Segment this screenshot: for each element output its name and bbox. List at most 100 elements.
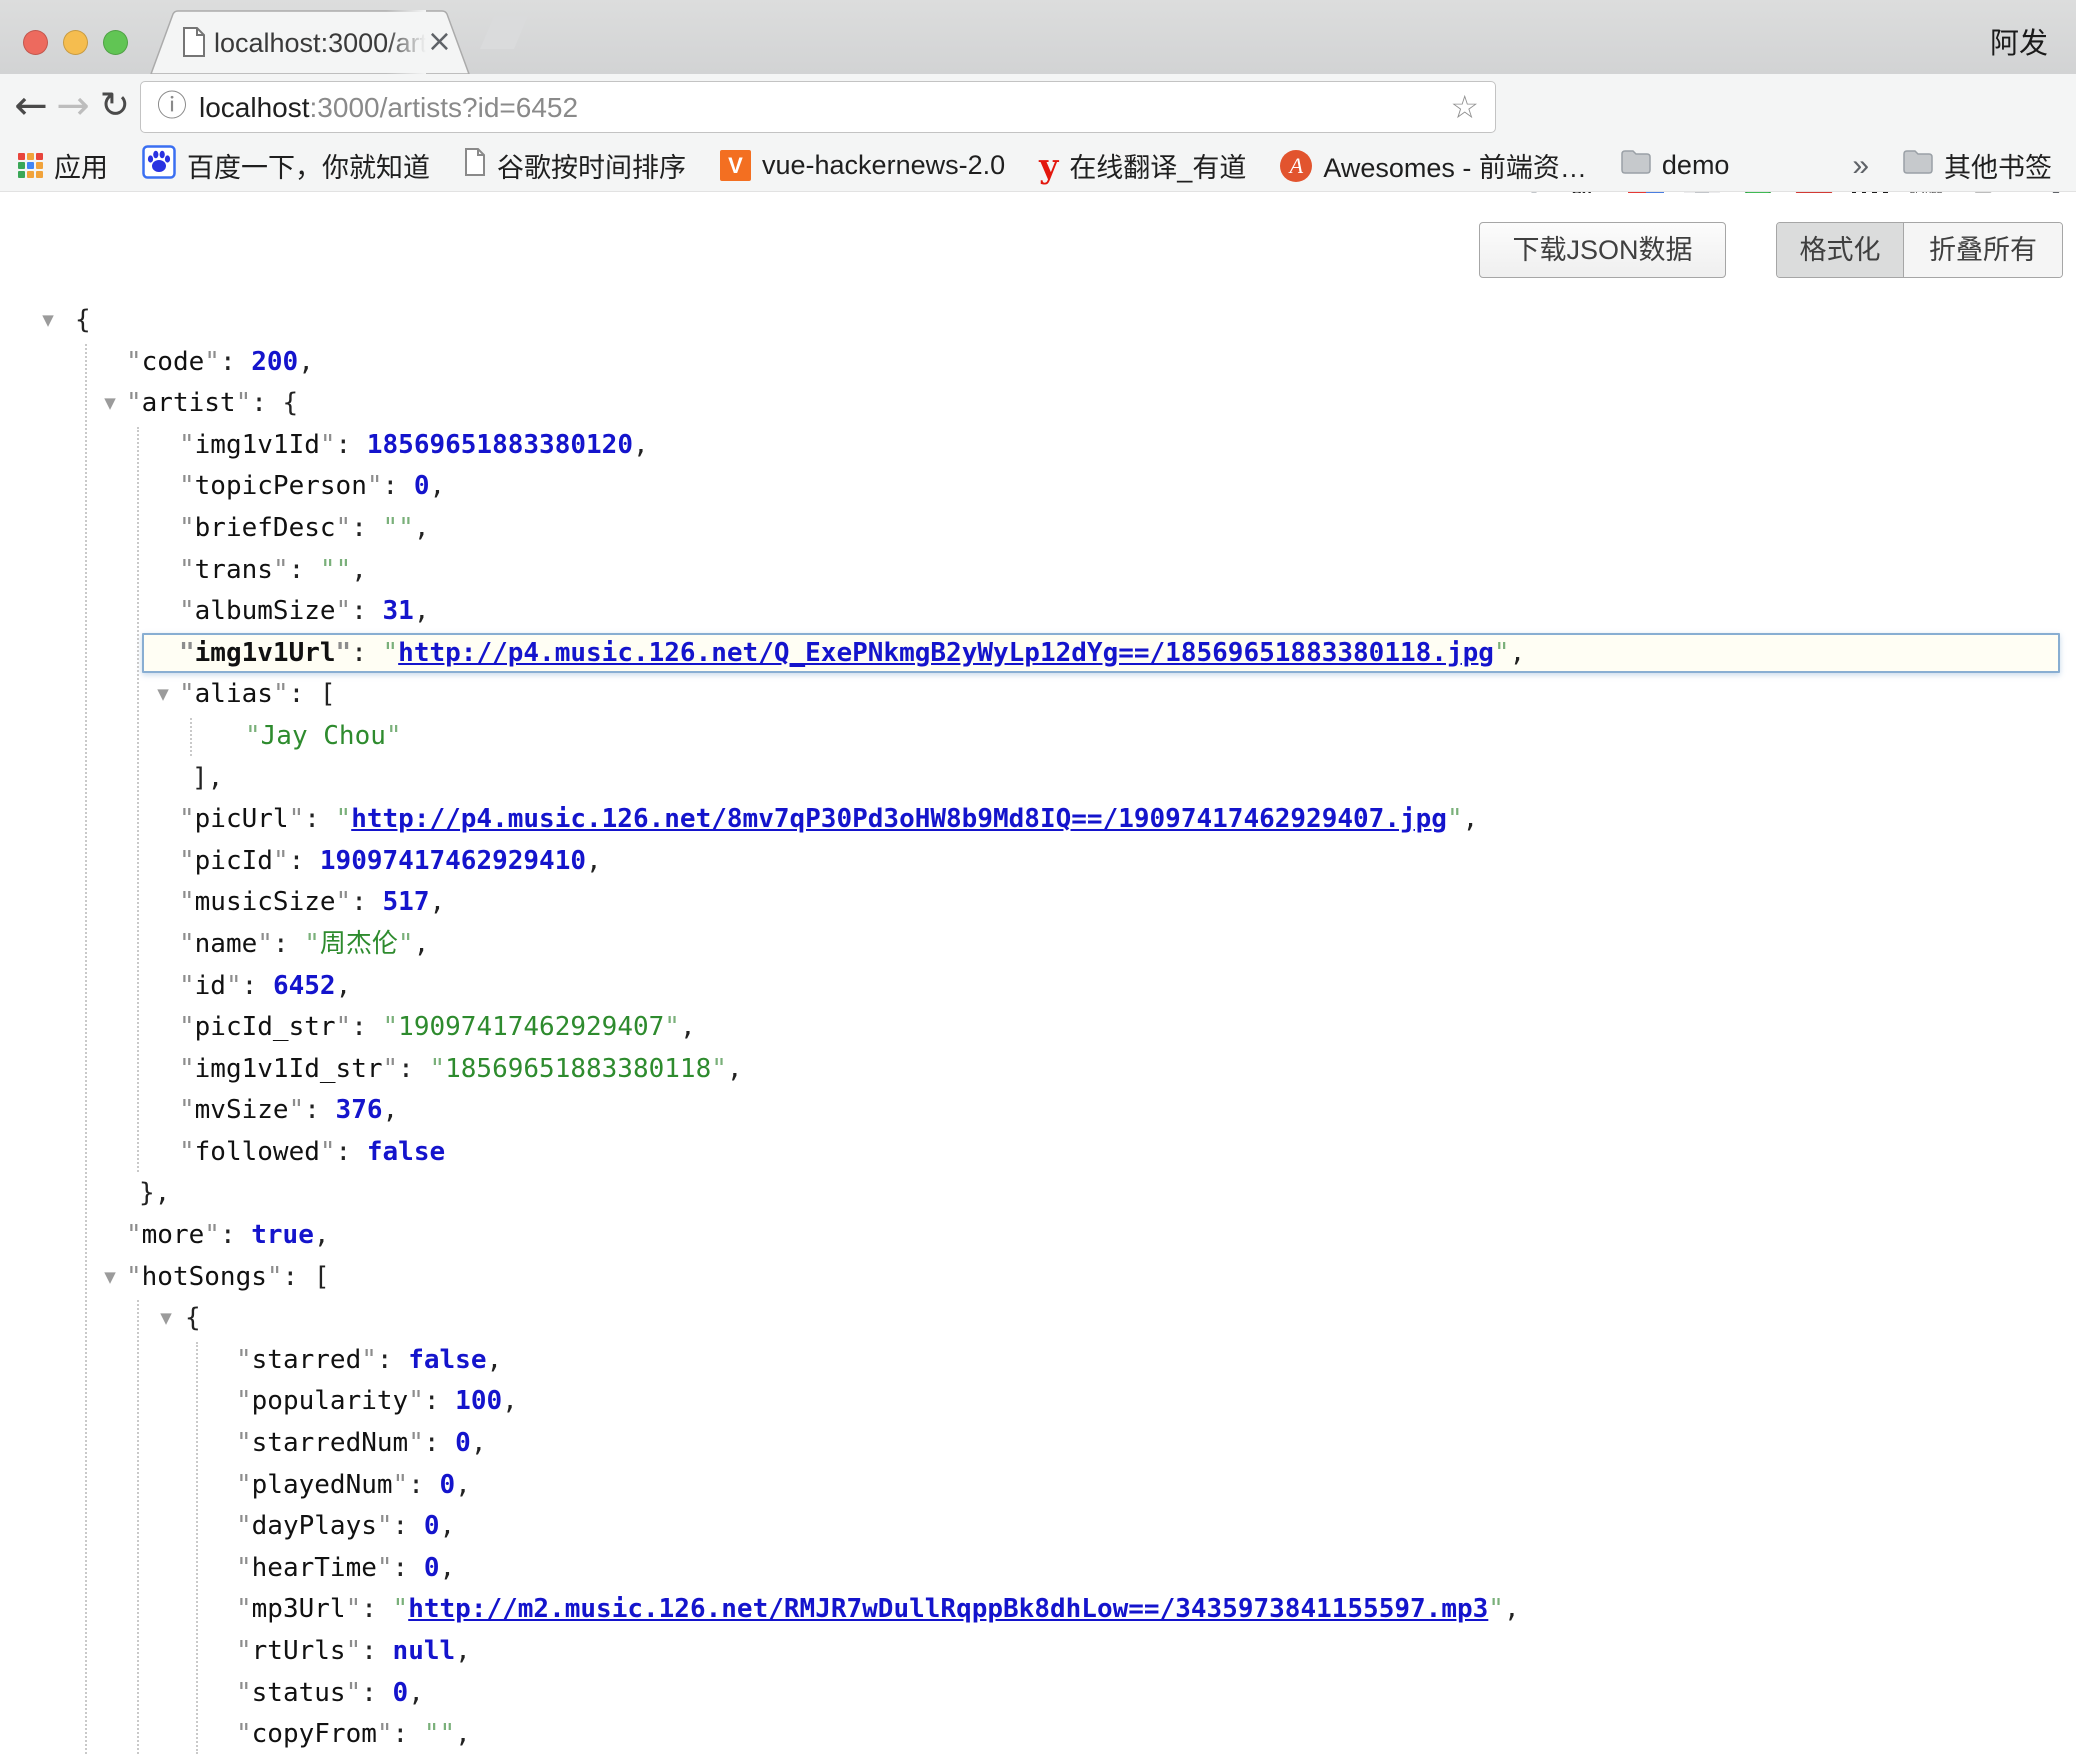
zoom-window-button[interactable]	[103, 30, 128, 55]
collapse-toggle-icon[interactable]: ▼	[152, 674, 174, 716]
json-punctuation: :	[383, 471, 414, 501]
other-bookmarks-folder[interactable]: 其他书签	[1903, 146, 2052, 185]
json-line: picId: 19097417462929410,	[0, 841, 2076, 883]
collapse-toggle-icon[interactable]: ▼	[99, 383, 121, 425]
json-line: ▼artist: {	[0, 383, 2076, 425]
json-punctuation: :	[220, 347, 251, 377]
json-value-string	[383, 513, 414, 543]
bookmarks-bar: 应用 百度一下，你就知道 谷歌按时间排序 V vue-hackernews-2.…	[0, 140, 2076, 192]
json-line: mp3Url: http://m2.music.126.net/RMJR7wDu…	[0, 1589, 2076, 1631]
json-punctuation: ,	[727, 1054, 743, 1084]
json-punctuation: ,	[455, 1470, 471, 1500]
bookmark-star-icon[interactable]: ☆	[1450, 88, 1479, 126]
json-punctuation: :	[336, 1137, 367, 1167]
json-url-link[interactable]: http://p4.music.126.net/8mv7qP30Pd3oHW8b…	[351, 804, 1447, 834]
collapse-toggle-icon[interactable]: ▼	[155, 1298, 177, 1340]
json-key: name	[179, 929, 273, 959]
bookmark-label: 应用	[54, 146, 108, 185]
tab-strip: localhost:3000/artists?id=645 × 阿发	[0, 0, 2076, 74]
collapse-toggle-icon[interactable]: ▼	[99, 1257, 121, 1299]
page-content: 下载JSON数据 格式化 折叠所有 ▼ { code: 200,▼artist: {…	[0, 193, 2076, 1754]
json-line: starred: false,	[0, 1340, 2076, 1382]
address-bar[interactable]: ⓘ localhost:3000/artists?id=6452 ☆	[140, 81, 1496, 133]
json-line: ▼hotSongs: [	[0, 1257, 2076, 1299]
tab-close-icon[interactable]: ×	[427, 24, 452, 59]
json-line: code: 200,	[0, 342, 2076, 384]
folder-icon	[1621, 150, 1651, 181]
download-json-button[interactable]: 下载JSON数据	[1479, 222, 1726, 278]
json-key: trans	[179, 555, 289, 585]
json-punctuation: :	[424, 1386, 455, 1416]
json-punctuation: {	[185, 1303, 201, 1333]
other-bookmarks-label: 其他书签	[1944, 146, 2052, 185]
format-button[interactable]: 格式化	[1777, 223, 1904, 277]
json-punctuation: :	[336, 430, 367, 460]
bookmark-baidu[interactable]: 百度一下，你就知道	[142, 145, 430, 186]
json-value-number: false	[408, 1345, 486, 1375]
url-host: localhost	[199, 92, 310, 123]
bookmark-apps[interactable]: 应用	[18, 146, 108, 185]
json-key: popularity	[236, 1386, 424, 1416]
tab-title: localhost:3000/artists?id=645	[214, 10, 426, 74]
reload-button[interactable]: ↻	[94, 74, 136, 140]
json-punctuation: ,	[1504, 1594, 1520, 1624]
json-value-number: 0	[440, 1470, 456, 1500]
json-punctuation: : {	[251, 388, 298, 418]
json-punctuation: ,	[440, 1511, 456, 1541]
json-line: playedNum: 0,	[0, 1465, 2076, 1507]
json-punctuation: ,	[336, 971, 352, 1001]
site-info-icon[interactable]: ⓘ	[157, 91, 187, 123]
bookmark-vue-hackernews[interactable]: V vue-hackernews-2.0	[720, 150, 1005, 181]
json-punctuation: : [	[283, 1262, 330, 1292]
json-punctuation: : [	[289, 679, 336, 709]
back-button[interactable]: ←	[10, 74, 52, 140]
json-punctuation: ,	[1463, 804, 1479, 834]
json-punctuation: :	[361, 1678, 392, 1708]
json-punctuation: ,	[351, 555, 367, 585]
json-line: status: 0,	[0, 1673, 2076, 1715]
json-punctuation: :	[351, 638, 382, 668]
json-value-number: 31	[383, 596, 414, 626]
json-value-number: 6452	[273, 971, 336, 1001]
bookmark-folder-demo[interactable]: demo	[1621, 150, 1730, 181]
collapse-all-button[interactable]: 折叠所有	[1904, 223, 2062, 277]
new-tab-button[interactable]	[480, 16, 528, 49]
json-line: },	[0, 1173, 2076, 1215]
bookmark-label: demo	[1662, 150, 1730, 181]
json-line: img1v1Id_str: 18569651883380118,	[0, 1049, 2076, 1091]
json-key: code	[126, 347, 220, 377]
json-value-number: 0	[455, 1428, 471, 1458]
json-punctuation: :	[242, 971, 273, 1001]
json-url-link[interactable]: http://m2.music.126.net/RMJR7wDullRqppBk…	[408, 1594, 1488, 1624]
json-punctuation: ,	[633, 430, 649, 460]
json-key: briefDesc	[179, 513, 351, 543]
minimize-window-button[interactable]	[63, 30, 88, 55]
browser-tab[interactable]: localhost:3000/artists?id=645 ×	[150, 10, 470, 74]
bookmark-google-sort[interactable]: 谷歌按时间排序	[464, 146, 686, 185]
collapse-toggle-icon[interactable]: ▼	[37, 300, 59, 342]
bookmark-youdao[interactable]: y 在线翻译_有道	[1039, 146, 1246, 185]
json-punctuation: ,	[414, 596, 430, 626]
url-text[interactable]: localhost:3000/artists?id=6452	[199, 82, 578, 132]
json-value-string: 18569651883380118	[429, 1054, 726, 1084]
json-value-number: false	[367, 1137, 445, 1167]
json-value-number: 0	[393, 1678, 409, 1708]
bookmarks-overflow-chevron[interactable]: »	[1852, 149, 1869, 183]
json-key: starredNum	[236, 1428, 424, 1458]
bookmark-awesomes[interactable]: A Awesomes - 前端资…	[1280, 146, 1587, 185]
json-key: picId_str	[179, 1012, 351, 1042]
json-punctuation: :	[304, 1095, 335, 1125]
json-key: mvSize	[179, 1095, 304, 1125]
json-punctuation: :	[393, 1553, 424, 1583]
json-line: trans: ,	[0, 550, 2076, 592]
json-key: img1v1Id	[179, 430, 336, 460]
baidu-paw-icon	[142, 145, 176, 186]
json-line: ▼alias: [	[0, 674, 2076, 716]
bookmark-label: 百度一下，你就知道	[187, 146, 430, 185]
json-line: Jay Chou	[0, 716, 2076, 758]
json-punctuation: :	[398, 1054, 429, 1084]
json-url-link[interactable]: http://p4.music.126.net/Q_ExePNkmgB2yWyL…	[398, 638, 1494, 668]
youdao-y-icon: y	[1039, 151, 1058, 181]
close-window-button[interactable]	[23, 30, 48, 55]
json-key: img1v1Url	[179, 638, 351, 668]
